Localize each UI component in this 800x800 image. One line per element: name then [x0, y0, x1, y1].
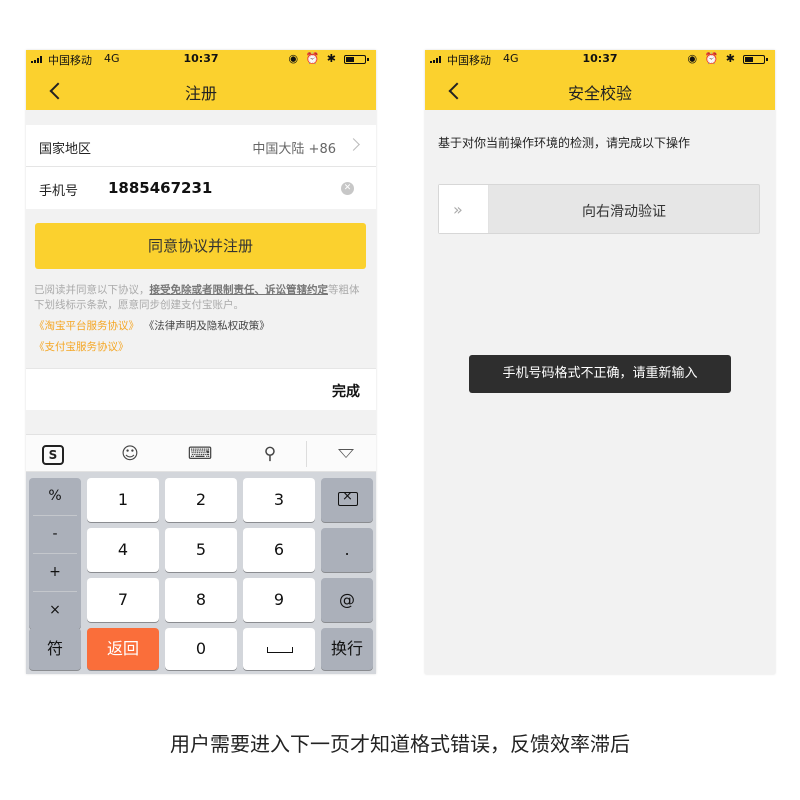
backspace-key[interactable]: [321, 478, 373, 522]
sogou-icon[interactable]: S: [42, 445, 64, 465]
keyboard-icon[interactable]: ⌨: [175, 435, 225, 473]
key-7[interactable]: 7: [87, 578, 159, 622]
phone-label: 手机号: [39, 184, 79, 199]
symbol-divider: [33, 591, 77, 592]
phone-input[interactable]: [108, 177, 328, 199]
link-legal-privacy[interactable]: 《法律声明及隐私权政策》: [149, 320, 270, 332]
symbol-divider: [33, 515, 77, 516]
nav-header: 中国移动 4G 10:37 ◉ ⏰ ✱ 安全校验: [425, 50, 775, 110]
backspace-icon: [338, 489, 358, 506]
keyboard-accessory-bar: 完成: [26, 368, 376, 410]
agreement-text: 已阅读并同意以下协议，接受免除或者限制责任、诉讼管辖约定等粗体下划线标示条款，愿…: [34, 283, 368, 313]
country-region-row[interactable]: 国家地区 中国大陆 +86: [26, 125, 376, 167]
key-3[interactable]: 3: [243, 478, 315, 522]
numeric-keyboard: % - + × 1 2 3 4 5 6 . 7 8 9 @ 符 返回 0 换行: [26, 472, 376, 674]
key-plus[interactable]: +: [29, 564, 81, 580]
battery-icon: [344, 55, 369, 64]
link-alipay-agreement[interactable]: 《支付宝服务协议》: [34, 339, 129, 354]
agreement-links: 《淘宝平台服务协议》 《法律声明及隐私权政策》: [34, 318, 270, 333]
page-title: 注册: [184, 84, 217, 103]
keyboard-toolbar: S ☺ ⌨ ⚲: [26, 434, 376, 472]
emoji-icon[interactable]: ☺: [105, 435, 155, 473]
slider-label: 向右滑动验证: [582, 204, 666, 220]
return-key[interactable]: 返回: [87, 628, 159, 670]
status-icons: ◉ ⏰ ✱: [687, 52, 737, 65]
error-toast: 手机号码格式不正确，请重新输入: [469, 355, 731, 393]
chevron-right-icon: [347, 138, 360, 151]
caption: 用户需要进入下一页才知道格式错误，反馈效率滞后: [170, 732, 630, 756]
symbol-key[interactable]: 符: [29, 628, 81, 670]
slider-handle[interactable]: »: [439, 185, 489, 233]
nav-header: 中国移动 4G 10:37 ◉ ⏰ ✱ 注册: [26, 50, 376, 110]
key-5[interactable]: 5: [165, 528, 237, 572]
key-2[interactable]: 2: [165, 478, 237, 522]
register-screen: 中国移动 4G 10:37 ◉ ⏰ ✱ 注册 国家地区 中国大陆 +86 手机号…: [26, 50, 376, 674]
key-9[interactable]: 9: [243, 578, 315, 622]
agree-register-button[interactable]: 同意协议并注册: [35, 223, 366, 269]
key-6[interactable]: 6: [243, 528, 315, 572]
key-1[interactable]: 1: [87, 478, 159, 522]
symbol-divider: [33, 553, 77, 554]
slider-arrows-icon: »: [453, 200, 463, 219]
phone-row: 手机号 ✕: [26, 167, 376, 209]
agreement-bold-terms: 接受免除或者限制责任、诉讼管辖约定: [149, 284, 329, 296]
newline-key[interactable]: 换行: [321, 628, 373, 670]
country-value: 中国大陆 +86: [252, 142, 336, 157]
collapse-icon[interactable]: [338, 449, 354, 458]
slide-verify-slider[interactable]: » 向右滑动验证: [438, 184, 760, 234]
key-multiply[interactable]: ×: [29, 602, 81, 618]
clear-icon[interactable]: ✕: [341, 182, 354, 195]
toolbar-divider: [306, 441, 307, 467]
key-at[interactable]: @: [321, 578, 373, 622]
link-taobao-agreement[interactable]: 《淘宝平台服务协议》: [34, 320, 139, 332]
keyboard-spacer: [26, 410, 376, 434]
space-icon: [267, 647, 293, 653]
country-label: 国家地区: [39, 142, 92, 157]
symbol-column: % - + ×: [29, 478, 81, 629]
page-title: 安全校验: [567, 84, 632, 103]
status-icons: ◉ ⏰ ✱: [288, 52, 338, 65]
key-8[interactable]: 8: [165, 578, 237, 622]
space-key[interactable]: [243, 628, 315, 670]
key-dot[interactable]: .: [321, 528, 373, 572]
done-button[interactable]: 完成: [332, 381, 360, 401]
security-check-screen: 中国移动 4G 10:37 ◉ ⏰ ✱ 安全校验 基于对你当前操作环境的检测，请…: [425, 50, 775, 674]
status-bar: 中国移动 4G 10:37 ◉ ⏰ ✱: [26, 50, 376, 68]
battery-icon: [743, 55, 768, 64]
agreement-prefix: 已阅读并同意以下协议，: [34, 284, 150, 296]
verification-instruction: 基于对你当前操作环境的检测，请完成以下操作: [438, 136, 691, 150]
status-bar: 中国移动 4G 10:37 ◉ ⏰ ✱: [425, 50, 775, 68]
search-icon[interactable]: ⚲: [245, 435, 295, 473]
key-4[interactable]: 4: [87, 528, 159, 572]
key-percent[interactable]: %: [29, 488, 81, 504]
key-minus[interactable]: -: [29, 526, 81, 542]
key-0[interactable]: 0: [165, 628, 237, 670]
